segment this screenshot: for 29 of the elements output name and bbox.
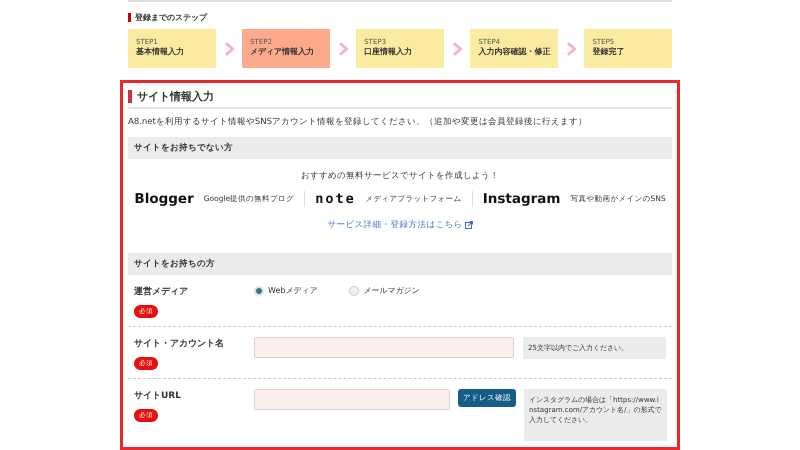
radio-option[interactable]: メールマガジン	[349, 285, 420, 296]
service-details-link[interactable]: サービス詳細・登録方法はこちら	[328, 219, 462, 231]
step-title: 基本情報入力	[136, 46, 185, 57]
input-field[interactable]	[254, 337, 514, 358]
description-text: A8.netを利用するサイト情報やSNSアカウント情報を登録してください。（追加や変更は会員登録後に行えます）	[128, 116, 588, 128]
service-logo: Blogger	[134, 191, 194, 207]
step-title: メディア情報入力	[250, 46, 316, 57]
external-link-icon	[464, 221, 472, 229]
chevron-icon	[224, 42, 234, 56]
step-title: 登録完了	[592, 46, 626, 57]
step-title: 入力内容確認・修正	[478, 46, 552, 57]
service-logo: note	[315, 191, 356, 207]
heading-bar	[128, 90, 132, 103]
section-title: サイト情報入力	[137, 89, 214, 104]
field-label: サイトURL	[134, 390, 182, 402]
input-field[interactable]	[254, 389, 450, 410]
step-title: 口座情報入力	[364, 46, 414, 57]
field-label: サイト・アカウント名	[134, 338, 225, 350]
subsection-header: サイトをお持ちの方	[128, 253, 672, 275]
chevron-icon	[338, 42, 348, 56]
heading-bar	[128, 13, 131, 22]
recommend-text: おすすめの無料サービスでサイトを作成しよう！	[300, 170, 500, 182]
chevron-icon	[452, 42, 462, 56]
chevron-icon	[566, 42, 576, 56]
subsection-header: サイトをお持ちでない方	[128, 137, 672, 159]
field-label: 運営メディア	[134, 285, 189, 298]
radio-option[interactable]: Webメディア	[254, 285, 318, 296]
service-logo: Instagram	[482, 191, 560, 207]
steps-heading: 登録までのステップ	[135, 12, 207, 23]
